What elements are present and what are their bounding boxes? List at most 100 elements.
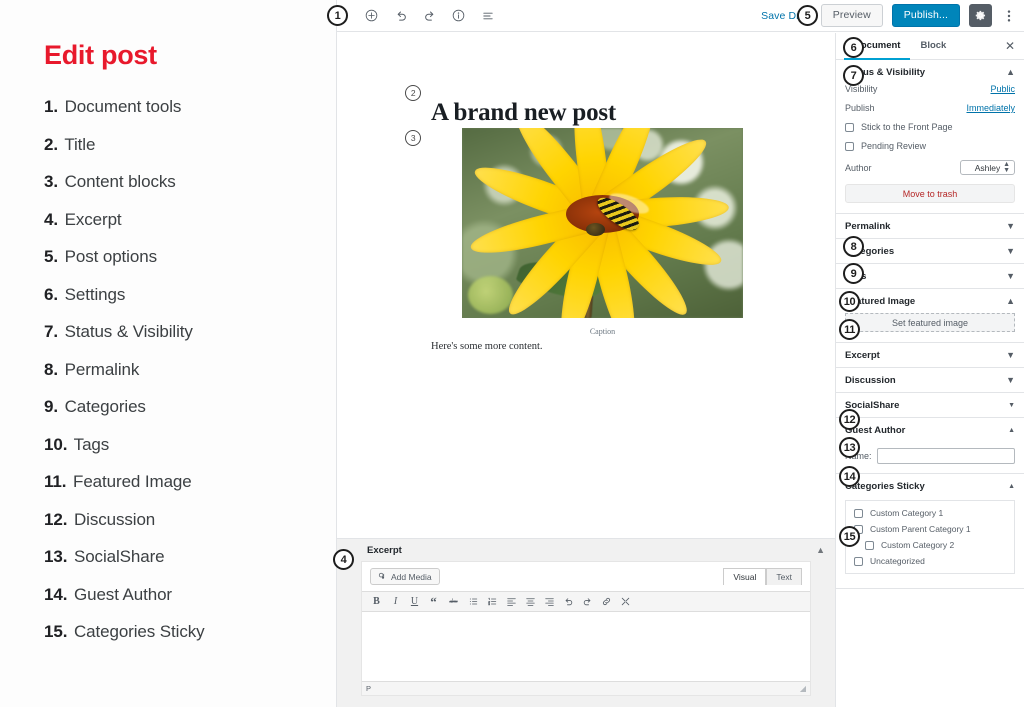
chevron-up-icon[interactable]: ▲ <box>816 545 825 555</box>
settings-sidebar: Document Block ✕ Status & Visibility ▲ V… <box>835 33 1024 707</box>
panel-tags: Tags ▼ <box>836 264 1024 289</box>
add-block-icon[interactable] <box>359 3 384 28</box>
post-title-field[interactable]: A brand new post <box>431 99 616 127</box>
fullscreen-icon[interactable] <box>620 595 631 608</box>
redo-icon[interactable] <box>417 3 442 28</box>
bold-icon[interactable]: B <box>371 595 382 608</box>
chevron-down-icon[interactable]: ▼ <box>1006 350 1015 360</box>
callout-badge-5: 5 <box>797 5 818 26</box>
legend-item-10: 10. Tags <box>44 435 336 455</box>
legend-item-5: 5. Post options <box>44 247 336 267</box>
pending-review-row[interactable]: Pending Review <box>845 141 1015 151</box>
panel-excerpt-header[interactable]: Excerpt ▼ <box>836 343 1024 367</box>
panel-permalink-header[interactable]: Permalink ▼ <box>836 214 1024 238</box>
legend-num: 9. <box>44 397 58 416</box>
chevron-up-icon[interactable]: ▲ <box>1008 427 1015 434</box>
chevron-up-icon[interactable]: ▲ <box>1008 483 1015 490</box>
visibility-row: Visibility Public <box>845 84 1015 94</box>
legend-num: 8. <box>44 359 58 379</box>
bullet-list-icon[interactable] <box>468 595 479 608</box>
panel-categories-header[interactable]: Categories ▼ <box>836 239 1024 263</box>
italic-icon[interactable]: I <box>390 595 401 608</box>
image-caption[interactable]: Caption <box>462 327 743 336</box>
image-content-block[interactable]: Caption <box>462 128 743 336</box>
pending-review-checkbox[interactable] <box>845 141 854 151</box>
element-path[interactable]: P <box>366 684 371 693</box>
panel-status-visibility-header[interactable]: Status & Visibility ▲ <box>836 60 1024 84</box>
guest-author-name-row: Name: <box>836 442 1024 473</box>
align-left-icon[interactable] <box>506 595 517 608</box>
sticky-row[interactable]: Stick to the Front Page <box>845 122 1015 132</box>
align-right-icon[interactable] <box>544 595 555 608</box>
strikethrough-icon[interactable]: abc <box>447 595 460 608</box>
legend-item-12: 12. Discussion <box>44 510 336 530</box>
legend-num: 7. <box>44 322 58 341</box>
settings-gear-icon[interactable] <box>969 4 992 27</box>
chevron-down-icon[interactable]: ▼ <box>1006 221 1015 231</box>
panel-guest-author-header[interactable]: Guest Author ▲ <box>836 418 1024 442</box>
excerpt-text-area[interactable] <box>362 613 810 681</box>
undo-icon[interactable] <box>563 595 574 608</box>
author-label: Author <box>845 162 872 173</box>
link-icon[interactable] <box>601 595 612 608</box>
list-view-icon[interactable] <box>475 3 500 28</box>
numbered-list-icon[interactable] <box>487 595 498 608</box>
author-select[interactable]: Ashley ▲ ▼ <box>960 160 1015 175</box>
legend-num: 3. <box>44 172 58 191</box>
chevron-down-icon[interactable]: ▼ <box>1006 375 1015 385</box>
chevron-down-icon[interactable]: ▼ <box>1008 402 1015 409</box>
visibility-value-link[interactable]: Public <box>990 84 1015 94</box>
publish-button[interactable]: Publish... <box>891 4 960 27</box>
chevron-down-icon[interactable]: ▼ <box>1006 246 1015 256</box>
sticky-checkbox[interactable] <box>845 122 854 132</box>
flower-photo <box>462 128 743 318</box>
info-icon[interactable] <box>446 3 471 28</box>
preview-button[interactable]: Preview <box>820 4 883 27</box>
redo-icon[interactable] <box>582 595 593 608</box>
chevron-down-icon[interactable]: ▼ <box>1006 271 1015 281</box>
panel-socialshare-header[interactable]: SocialShare ▼ <box>836 393 1024 417</box>
set-featured-image-button[interactable]: Set featured image <box>845 313 1015 332</box>
chevron-up-icon[interactable]: ▲ <box>1006 296 1015 306</box>
category-option[interactable]: Custom Category 2 <box>854 540 1006 550</box>
panel-discussion-header[interactable]: Discussion ▼ <box>836 368 1024 392</box>
legend-num: 13. <box>44 547 68 566</box>
legend-label: Categories <box>64 397 146 416</box>
move-to-trash-button[interactable]: Move to trash <box>845 184 1015 203</box>
callout-badge-8: 8 <box>843 236 864 257</box>
align-center-icon[interactable] <box>525 595 536 608</box>
legend-num: 6. <box>44 284 58 304</box>
publish-label: Publish <box>845 103 875 113</box>
category-checkbox[interactable] <box>854 556 863 566</box>
category-checkbox[interactable] <box>854 508 863 518</box>
guest-author-name-input[interactable] <box>876 448 1015 464</box>
panel-tags-header[interactable]: Tags ▼ <box>836 264 1024 288</box>
undo-icon[interactable] <box>388 3 413 28</box>
publish-value-link[interactable]: Immediately <box>966 103 1015 113</box>
tab-block[interactable]: Block <box>910 33 956 60</box>
resize-handle-icon[interactable]: ◢ <box>800 684 806 693</box>
chevron-up-icon[interactable]: ▲ <box>1006 67 1015 77</box>
panel-featured-image-header[interactable]: Featured Image ▲ <box>836 289 1024 313</box>
callout-badge-2: 2 <box>405 85 421 101</box>
close-icon[interactable]: ✕ <box>996 33 1024 59</box>
legend-num: 5. <box>44 247 58 266</box>
more-options-icon[interactable] <box>1001 4 1017 27</box>
tab-text[interactable]: Text <box>766 568 802 585</box>
category-option[interactable]: Custom Parent Category 1 <box>854 524 1006 534</box>
blockquote-icon[interactable]: “ <box>428 594 439 609</box>
paragraph-content-block[interactable]: Here's some more content. <box>431 341 543 352</box>
underline-icon[interactable]: U <box>409 595 420 608</box>
excerpt-metabox-header[interactable]: Excerpt ▲ <box>337 539 835 561</box>
tab-visual[interactable]: Visual <box>723 568 767 585</box>
category-option[interactable]: Custom Category 1 <box>854 508 1006 518</box>
editor-mode-tabs: Visual Text <box>723 568 802 585</box>
legend-item-2: 2. Title <box>44 135 336 155</box>
author-row: Author Ashley ▲ ▼ <box>845 160 1015 175</box>
excerpt-metabox-title: Excerpt <box>367 544 402 556</box>
legend-num: 14. <box>44 584 68 604</box>
category-checkbox[interactable] <box>865 540 874 550</box>
add-media-button[interactable]: Add Media <box>370 568 440 585</box>
category-option[interactable]: Uncategorized <box>854 556 1006 566</box>
panel-categories-sticky-header[interactable]: Categories Sticky ▲ <box>836 474 1024 498</box>
